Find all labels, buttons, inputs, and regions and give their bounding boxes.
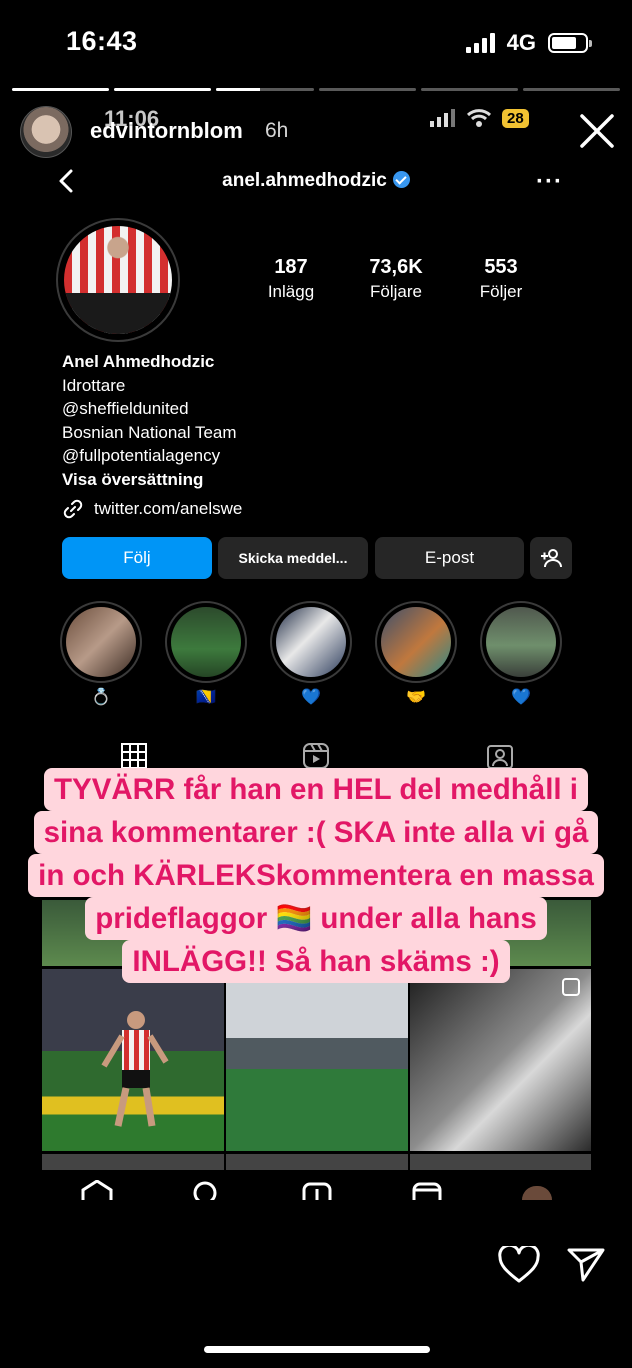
stat-posts[interactable]: 187 Inlägg xyxy=(246,256,336,302)
stat-number: 73,6K xyxy=(369,256,423,278)
stat-label: Följare xyxy=(370,282,422,301)
highlight-cover xyxy=(171,607,241,677)
post-grid-row xyxy=(42,900,591,966)
stat-label: Inlägg xyxy=(267,282,315,301)
verified-badge-icon xyxy=(392,171,410,188)
highlight-cover xyxy=(276,607,346,677)
stat-label: Följer xyxy=(479,282,523,301)
bio-mention[interactable]: @sheffieldunited xyxy=(62,397,237,421)
screenshot-status: 28 xyxy=(430,108,529,128)
profile-name: Anel Ahmedhodzic xyxy=(62,352,215,371)
signal-icon xyxy=(465,33,495,53)
profile-username: anel.ahmedhodzic xyxy=(222,170,387,191)
story-highlight[interactable]: 💙 xyxy=(270,601,352,707)
profile-bio: Anel Ahmedhodzic Idrottare @sheffielduni… xyxy=(62,350,237,491)
player-figure xyxy=(101,1011,169,1127)
signal-icon xyxy=(430,109,455,127)
stat-number: 187 xyxy=(274,256,308,278)
stat-following[interactable]: 553 Följer xyxy=(456,256,546,302)
highlight-label: 🤝 xyxy=(406,689,426,706)
post-thumbnail[interactable] xyxy=(42,900,223,966)
post-thumbnail[interactable] xyxy=(226,1154,408,1170)
highlight-cover xyxy=(486,607,556,677)
post-thumbnail[interactable] xyxy=(226,969,408,1151)
highlight-label: 🇧🇦 xyxy=(196,689,216,706)
close-icon[interactable] xyxy=(578,112,616,150)
bio-category: Idrottare xyxy=(62,375,126,395)
caption-line: in och KÄRLEKSkommentera en massa xyxy=(28,854,604,897)
story-avatar[interactable] xyxy=(20,106,72,158)
profile-stats: 187 Inlägg 73,6K Följare 553 Följer xyxy=(246,256,546,302)
story-progress-segment xyxy=(420,88,518,91)
caption-line: TYVÄRR får han en HEL del medhåll i xyxy=(44,768,588,811)
story-highlight[interactable]: 🤝 xyxy=(375,601,457,707)
more-options-icon[interactable]: ··· xyxy=(536,168,563,196)
suggest-user-button[interactable] xyxy=(530,537,572,579)
message-button[interactable]: Skicka meddel... xyxy=(218,537,368,579)
story-highlight[interactable]: 💍 xyxy=(60,601,142,707)
link-icon xyxy=(63,499,83,519)
profile-nav-avatar[interactable] xyxy=(522,1186,552,1200)
story-progress xyxy=(12,88,621,91)
post-thumbnail[interactable] xyxy=(42,1154,224,1170)
highlight-label: 💙 xyxy=(301,689,321,706)
profile-picture[interactable] xyxy=(56,218,180,342)
battery-icon xyxy=(548,33,592,53)
story-progress-segment xyxy=(12,88,110,91)
email-button[interactable]: E-post xyxy=(375,537,524,579)
follow-button[interactable]: Följ xyxy=(62,537,212,579)
post-thumbnail[interactable] xyxy=(410,969,591,1151)
story-highlight[interactable]: 💙 xyxy=(480,601,562,707)
story-progress-segment xyxy=(216,88,314,91)
story-progress-segment xyxy=(318,88,416,91)
highlight-cover xyxy=(381,607,451,677)
story-progress-segment xyxy=(522,88,621,91)
reels-nav-icon[interactable] xyxy=(410,1180,444,1200)
post-thumbnail[interactable] xyxy=(226,900,407,966)
see-translation-link[interactable]: Visa översättning xyxy=(62,468,237,492)
story-progress-segment xyxy=(114,88,212,91)
multi-post-icon xyxy=(562,978,580,996)
home-nav-icon[interactable] xyxy=(80,1180,114,1200)
grid-tab-icon[interactable] xyxy=(120,742,148,770)
battery-badge: 28 xyxy=(502,108,529,128)
post-thumbnail[interactable] xyxy=(410,900,591,966)
profile-link[interactable]: twitter.com/anelswe xyxy=(62,498,242,520)
home-indicator[interactable] xyxy=(204,1346,430,1353)
network-type: 4G xyxy=(506,30,536,55)
stat-number: 553 xyxy=(484,256,518,278)
tagged-tab-icon[interactable] xyxy=(486,742,514,770)
highlight-label: 💙 xyxy=(511,689,531,706)
like-heart-icon[interactable] xyxy=(498,1246,540,1284)
stat-followers[interactable]: 73,6K Följare xyxy=(351,256,441,302)
status-indicators: 4G xyxy=(465,30,592,56)
send-icon[interactable] xyxy=(566,1246,606,1284)
reels-tab-icon[interactable] xyxy=(302,742,330,770)
status-time: 16:43 xyxy=(66,26,138,56)
highlight-label: 💍 xyxy=(91,689,111,706)
profile-link-text[interactable]: twitter.com/anelswe xyxy=(94,499,242,519)
search-nav-icon[interactable] xyxy=(188,1180,222,1200)
caption-line: sina kommentarer :( SKA inte alla vi gå xyxy=(33,811,599,854)
story-highlight[interactable]: 🇧🇦 xyxy=(165,601,247,707)
post-thumbnail[interactable] xyxy=(410,1154,591,1170)
bio-mention[interactable]: @fullpotentialagency xyxy=(62,444,237,468)
add-person-icon xyxy=(541,549,562,568)
bio-line: Bosnian National Team xyxy=(62,422,237,442)
wifi-icon xyxy=(466,109,492,127)
create-nav-icon[interactable] xyxy=(300,1180,334,1200)
story-age: 6h xyxy=(265,119,289,142)
story-username[interactable]: edvintornblom xyxy=(90,118,243,144)
highlight-cover xyxy=(66,607,136,677)
